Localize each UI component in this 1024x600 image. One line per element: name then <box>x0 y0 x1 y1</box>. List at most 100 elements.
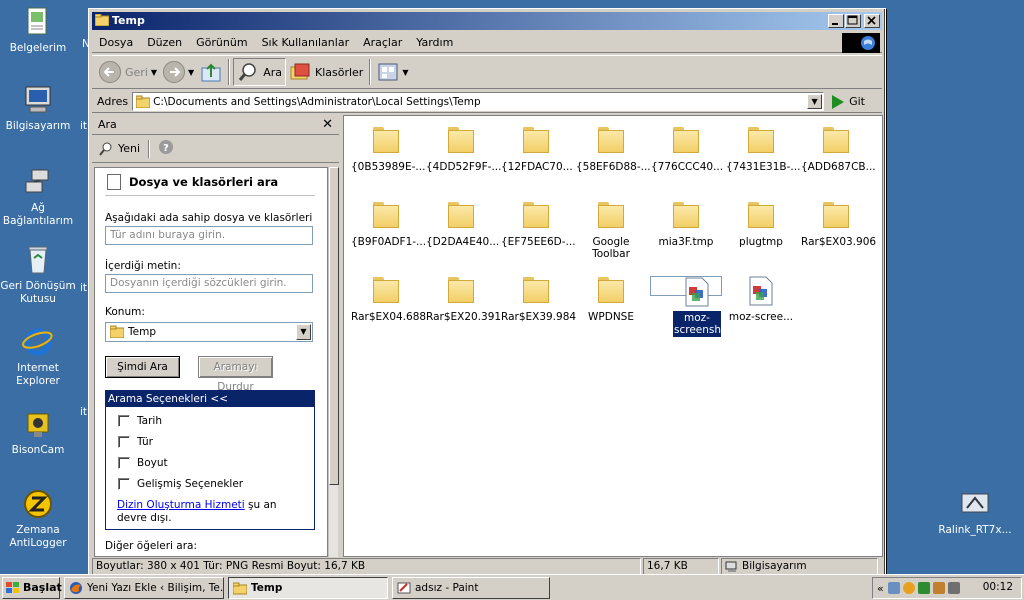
folder-icon <box>597 126 625 154</box>
folder-item[interactable]: {58EF6D88-... <box>575 126 651 174</box>
folder-item[interactable]: Google Toolbar <box>575 201 647 261</box>
checkbox[interactable] <box>118 436 130 448</box>
chevron-down-icon[interactable]: ▼ <box>148 68 157 77</box>
menu-edit[interactable]: Düzen <box>140 33 189 53</box>
desktop-icon-zemana[interactable]: Zemana AntiLogger <box>0 488 76 550</box>
chevron-down-icon[interactable]: ▼ <box>185 68 194 77</box>
desktop-icon-network[interactable]: Ağ Bağlantılarım <box>0 166 76 228</box>
webcam-icon <box>22 408 54 440</box>
name-input[interactable]: Tür adını buraya girin. <box>105 226 313 245</box>
help-button[interactable]: ? <box>158 139 174 158</box>
menu-favorites[interactable]: Sık Kullanılanlar <box>255 33 357 53</box>
desktop-icon-label: Ağ Bağlantılarım <box>2 202 74 227</box>
views-button[interactable]: ▼ <box>374 58 411 86</box>
new-search-button[interactable]: Yeni <box>98 141 140 157</box>
checkbox[interactable] <box>118 457 130 469</box>
file-name: Google Toolbar <box>592 236 630 260</box>
folder-item[interactable]: WPDNSE <box>575 276 647 324</box>
option-type-checkbox[interactable]: Tür <box>118 436 153 448</box>
location-select[interactable]: Temp ▼ <box>105 322 313 342</box>
up-folder-button[interactable] <box>197 58 225 86</box>
menu-tools[interactable]: Araçlar <box>356 33 409 53</box>
menu-file[interactable]: Dosya <box>92 33 140 53</box>
folders-button[interactable]: Klasörler <box>286 58 366 86</box>
folder-item[interactable]: {D2DA4E40... <box>425 201 499 249</box>
file-item[interactable]: moz-screenshot <box>650 276 732 337</box>
task-label: Temp <box>251 582 283 594</box>
task-temp[interactable]: Temp <box>228 577 388 599</box>
folder-icon <box>522 201 550 229</box>
folder-icon <box>747 126 775 154</box>
address-label: Adres <box>97 95 129 108</box>
chevron-down-icon[interactable]: ▼ <box>807 94 823 109</box>
folder-item[interactable]: {ADD687CB... <box>800 126 876 174</box>
search-options-header[interactable]: Arama Seçenekleri << <box>106 391 314 407</box>
minimize-button[interactable] <box>828 14 844 28</box>
volume-icon[interactable] <box>887 582 900 594</box>
address-input[interactable]: C:\Documents and Settings\Administrator\… <box>132 92 825 111</box>
scrollbar-thumb[interactable] <box>329 167 339 485</box>
up-folder-icon <box>201 63 221 82</box>
tray-app-icon[interactable] <box>917 582 930 594</box>
folder-item[interactable]: {7431E31B-... <box>725 126 801 174</box>
folder-item[interactable]: {4DD52F9F-... <box>425 126 501 174</box>
folder-item[interactable]: {EF75EE6D-... <box>500 201 576 249</box>
desktop-icon-my-documents[interactable]: Belgelerim <box>0 6 76 55</box>
file-item[interactable]: moz-scree... <box>725 276 797 324</box>
desktop-icon-internet-explorer[interactable]: Internet Explorer <box>0 326 76 388</box>
option-size-checkbox[interactable]: Boyut <box>118 457 168 469</box>
folder-item[interactable]: {12FDAC70... <box>500 126 573 174</box>
clock: 00:12 <box>982 581 1013 593</box>
start-button[interactable]: Başlat <box>2 577 62 599</box>
search-now-button[interactable]: Şimdi Ara <box>105 356 180 378</box>
task-firefox[interactable]: Yeni Yazı Ekle ‹ Bilişim, Te... <box>64 577 224 599</box>
folder-item[interactable]: Rar$EX03.906 <box>800 201 876 249</box>
folder-item[interactable]: {0B53989E-... <box>350 126 425 174</box>
menu-help[interactable]: Yardım <box>409 33 460 53</box>
chevron-left-icon[interactable]: « <box>877 582 884 595</box>
close-icon[interactable]: ✕ <box>322 117 333 132</box>
task-paint[interactable]: adsız - Paint <box>392 577 550 599</box>
network-tray-icon[interactable] <box>947 582 960 594</box>
search-pane-toolbar: Yeni ? <box>92 135 339 163</box>
checkbox[interactable] <box>118 478 130 490</box>
indexing-service-link[interactable]: Dizin Oluşturma Hizmeti <box>117 499 245 511</box>
file-list[interactable]: {0B53989E-... {4DD52F9F-... {12FDAC70... {5… <box>343 115 883 557</box>
file-name: {7431E31B-... <box>726 161 801 173</box>
folder-item[interactable]: {776CCC40... <box>650 126 724 174</box>
tray-app-icon[interactable] <box>932 582 945 594</box>
back-button[interactable]: Geri ▼ <box>96 58 160 86</box>
folder-item[interactable]: Rar$EX39.984 <box>500 276 576 324</box>
explorer-window[interactable]: Temp Dosya Düzen Görünüm Sık Kullanılanl… <box>88 8 886 576</box>
search-pane-scrollbar[interactable] <box>328 167 339 557</box>
title-bar[interactable]: Temp <box>92 12 882 30</box>
search-button[interactable]: Ara <box>233 58 286 86</box>
desktop-icon-ralink[interactable]: Ralink_RT7x... <box>934 488 1016 537</box>
option-date-checkbox[interactable]: Tarih <box>118 415 162 427</box>
folder-item[interactable]: {B9F0ADF1-... <box>350 201 426 249</box>
tray-app-icon[interactable] <box>902 582 915 594</box>
stop-search-button[interactable]: Aramayı Durdur <box>198 356 273 393</box>
file-name: {776CCC40... <box>651 161 724 173</box>
close-button[interactable] <box>864 14 880 28</box>
folder-item[interactable]: mia3F.tmp <box>650 201 722 249</box>
desktop-icon-bisoncam[interactable]: BisonCam <box>0 408 76 457</box>
computer-icon <box>22 84 54 116</box>
toolbar: Geri ▼ ▼ Ara Klasörler ▼ <box>92 55 882 89</box>
folder-item[interactable]: plugtmp <box>725 201 797 249</box>
forward-button[interactable]: ▼ <box>160 58 197 86</box>
maximize-button[interactable] <box>845 14 861 28</box>
checkbox[interactable] <box>118 415 130 427</box>
go-button[interactable]: Git <box>832 94 865 109</box>
menu-view[interactable]: Görünüm <box>189 33 254 53</box>
option-advanced-checkbox[interactable]: Gelişmiş Seçenekler <box>118 478 243 490</box>
desktop-icon-recycle-bin[interactable]: Geri Dönüşüm Kutusu <box>0 244 76 306</box>
address-bar: Adres C:\Documents and Settings\Administ… <box>92 91 882 113</box>
go-label: Git <box>849 95 865 108</box>
chevron-down-icon[interactable]: ▼ <box>399 68 408 77</box>
folder-item[interactable]: Rar$EX04.688 <box>350 276 426 324</box>
content-input[interactable]: Dosyanın içerdiği sözcükleri girin. <box>105 274 313 293</box>
desktop-icon-my-computer[interactable]: Bilgisayarım <box>0 84 76 133</box>
chevron-down-icon[interactable]: ▼ <box>296 324 311 340</box>
folder-item[interactable]: Rar$EX20.391 <box>425 276 501 324</box>
